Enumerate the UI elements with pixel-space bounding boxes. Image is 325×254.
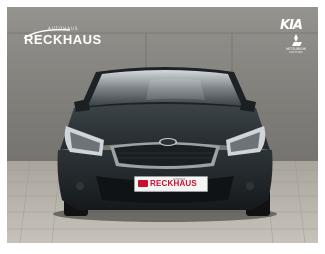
car-photo: AUTOHAUS RECKHAUS KIA MITSUBISHI MOTORS … xyxy=(0,0,325,249)
kia-badge-inner xyxy=(160,139,176,145)
bumper-text: RECKHAUS xyxy=(143,189,164,193)
grille xyxy=(114,144,216,166)
dealer-logo-prefix: AUTOHAUS xyxy=(48,26,79,31)
license-plate-name: RECKHAUS xyxy=(150,179,197,188)
mitsubishi-subtext: MOTORS xyxy=(289,50,303,54)
left-foglight xyxy=(76,182,84,190)
license-plate-logo-icon xyxy=(138,180,148,187)
mitsubishi-logo: MITSUBISHI MOTORS xyxy=(286,34,306,54)
kia-logo: KIA xyxy=(280,18,303,33)
windshield-glare xyxy=(146,79,205,100)
dealer-logo-name: RECKHAUS xyxy=(24,32,102,47)
dealer-logo: AUTOHAUS RECKHAUS xyxy=(24,26,102,47)
right-foglight xyxy=(246,182,254,190)
